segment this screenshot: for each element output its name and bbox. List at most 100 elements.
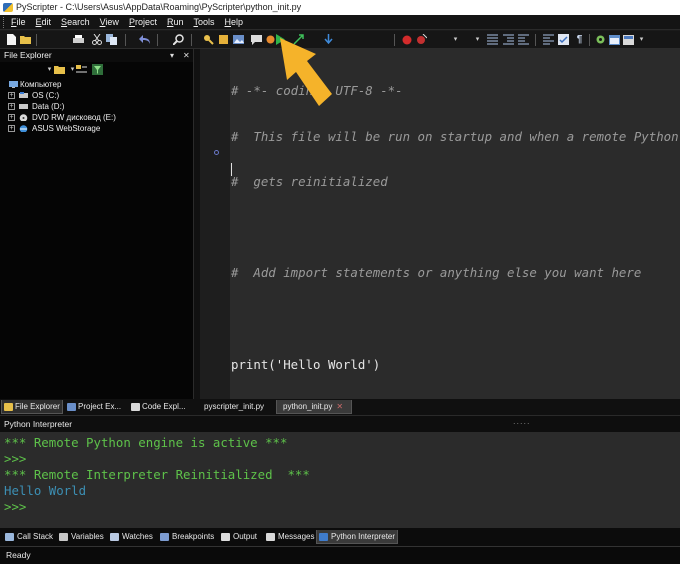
- code-list-icon[interactable]: [487, 34, 498, 45]
- code-line: print('Hello World'): [231, 356, 381, 372]
- align-left-icon[interactable]: [543, 34, 554, 45]
- cloud-icon: [19, 125, 28, 132]
- cut-icon[interactable]: [91, 34, 102, 45]
- expand-icon[interactable]: +: [8, 92, 15, 99]
- tree-item-data-d[interactable]: + Data (D:): [0, 101, 193, 112]
- tab-pyscripter-init[interactable]: pyscripter_init.py: [198, 400, 274, 414]
- tab-watches[interactable]: Watches: [108, 530, 156, 544]
- drive-icon: [19, 104, 28, 109]
- console-line: >>>: [4, 451, 27, 466]
- menu-view[interactable]: View: [100, 17, 119, 27]
- computer-icon: [9, 81, 18, 88]
- tree-item-label: DVD RW дисковод (E:): [32, 113, 116, 122]
- fold-marker-icon[interactable]: [214, 150, 219, 155]
- expand-icon[interactable]: +: [8, 114, 15, 121]
- toolbar-separator: [589, 34, 590, 46]
- close-tab-icon[interactable]: ✕: [336, 402, 343, 411]
- print-icon[interactable]: [73, 34, 84, 45]
- window-layout-icon[interactable]: [623, 34, 634, 45]
- browse-folder-icon[interactable]: [54, 64, 65, 75]
- tab-code-explorer[interactable]: Code Expl...: [129, 400, 191, 414]
- tab-messages[interactable]: Messages: [264, 530, 314, 544]
- undo-icon[interactable]: [139, 34, 150, 45]
- comment-icon[interactable]: [251, 34, 262, 45]
- text-cursor: [231, 163, 232, 176]
- open-folder-icon[interactable]: [20, 34, 31, 45]
- code-line: # This file will be run on startup and w…: [231, 128, 679, 144]
- editor-file-tabs: pyscripter_init.py python_init.py ✕: [196, 399, 680, 415]
- new-file-icon[interactable]: [6, 34, 17, 45]
- tab-python-init[interactable]: python_init.py ✕: [276, 400, 352, 414]
- file-explorer-header: File Explorer ▾ ✕: [0, 49, 193, 62]
- layout-icon[interactable]: [609, 34, 620, 45]
- chevron-down-icon[interactable]: ▾: [636, 34, 647, 45]
- console-line: >>>: [4, 499, 27, 514]
- code-line: # gets reinitialized: [231, 174, 388, 190]
- status-bar: Ready: [0, 546, 680, 564]
- tab-file-explorer[interactable]: File Explorer: [1, 400, 63, 414]
- interpreter-header: Python Interpreter .....: [0, 415, 680, 432]
- copy-icon[interactable]: [106, 34, 117, 45]
- breakpoints-icon: [160, 533, 169, 541]
- console-line: Hello World: [4, 483, 87, 498]
- code-line: # Add import statements or anything else…: [231, 265, 642, 281]
- dvd-icon: [19, 114, 28, 121]
- filter-icon[interactable]: [92, 64, 103, 75]
- dedent-icon[interactable]: [518, 34, 529, 45]
- tab-output[interactable]: Output: [219, 530, 261, 544]
- menu-project[interactable]: Project: [129, 17, 157, 27]
- splitter-grip-icon[interactable]: .....: [513, 413, 531, 430]
- chevron-down-icon[interactable]: ▾: [450, 34, 461, 45]
- tree-item-asus-webstorage[interactable]: + ASUS WebStorage: [0, 123, 193, 134]
- menu-search[interactable]: Search: [61, 17, 90, 27]
- tab-python-interpreter[interactable]: Python Interpreter: [316, 530, 398, 544]
- paragraph-icon[interactable]: ¶: [574, 34, 585, 45]
- breakpoint-icon[interactable]: [401, 34, 412, 45]
- file-explorer-toolbar: ▾ ▾: [0, 62, 193, 77]
- search-icon[interactable]: [173, 34, 184, 45]
- menu-run[interactable]: Run: [167, 17, 184, 27]
- toolbar-separator: [191, 34, 192, 46]
- toolbar-separator: [36, 34, 37, 46]
- find-in-files-icon[interactable]: [203, 34, 214, 45]
- main-toolbar: ▾ ▾ ¶ ▾: [0, 31, 680, 49]
- window-title: PyScripter - C:\Users\Asus\AppData\Roami…: [16, 2, 302, 12]
- bottom-panel-tabs: Call Stack Variables Watches Breakpoints…: [0, 528, 680, 546]
- clear-breakpoints-icon[interactable]: [416, 34, 427, 45]
- tab-breakpoints[interactable]: Breakpoints: [158, 530, 215, 544]
- pin-icon[interactable]: ▾: [170, 49, 174, 62]
- code-editor[interactable]: # -*- coding: UTF-8 -*- # This file will…: [200, 49, 680, 399]
- expand-icon[interactable]: +: [8, 125, 15, 132]
- tree-item-dvd-e[interactable]: + DVD RW дисковод (E:): [0, 112, 193, 123]
- menu-tools[interactable]: Tools: [193, 17, 214, 27]
- menu-help[interactable]: Help: [225, 17, 244, 27]
- menubar-grip-handle[interactable]: [3, 16, 6, 28]
- view-options-icon[interactable]: [76, 64, 87, 75]
- menu-edit[interactable]: Edit: [36, 17, 52, 27]
- replace-icon[interactable]: [218, 34, 229, 45]
- close-icon[interactable]: ✕: [183, 49, 190, 62]
- tree-item-computer[interactable]: Компьютер: [0, 79, 193, 90]
- tree-item-os-c[interactable]: + OS (C:): [0, 90, 193, 101]
- python-interpreter-console[interactable]: *** Remote Python engine is active *** >…: [0, 432, 680, 528]
- status-text: Ready: [6, 550, 31, 560]
- syntax-check-icon[interactable]: [558, 34, 569, 45]
- menu-file[interactable]: File: [11, 17, 26, 27]
- toolbar-separator: [394, 34, 395, 46]
- left-panel-tabs: File Explorer Project Ex... Code Expl...: [0, 399, 196, 415]
- expand-icon[interactable]: +: [8, 103, 15, 110]
- image-icon[interactable]: [233, 34, 244, 45]
- window-titlebar: PyScripter - C:\Users\Asus\AppData\Roami…: [0, 0, 680, 15]
- indent-icon[interactable]: [503, 34, 514, 45]
- messages-icon: [266, 533, 275, 541]
- tab-variables[interactable]: Variables: [57, 530, 105, 544]
- settings-icon[interactable]: [595, 34, 606, 45]
- folder-icon: [4, 403, 13, 411]
- chevron-down-icon[interactable]: ▾: [472, 34, 483, 45]
- tab-call-stack[interactable]: Call Stack: [3, 530, 54, 544]
- tree-item-label: Data (D:): [32, 102, 65, 111]
- file-explorer-title: File Explorer: [4, 50, 52, 60]
- tab-project-explorer[interactable]: Project Ex...: [65, 400, 127, 414]
